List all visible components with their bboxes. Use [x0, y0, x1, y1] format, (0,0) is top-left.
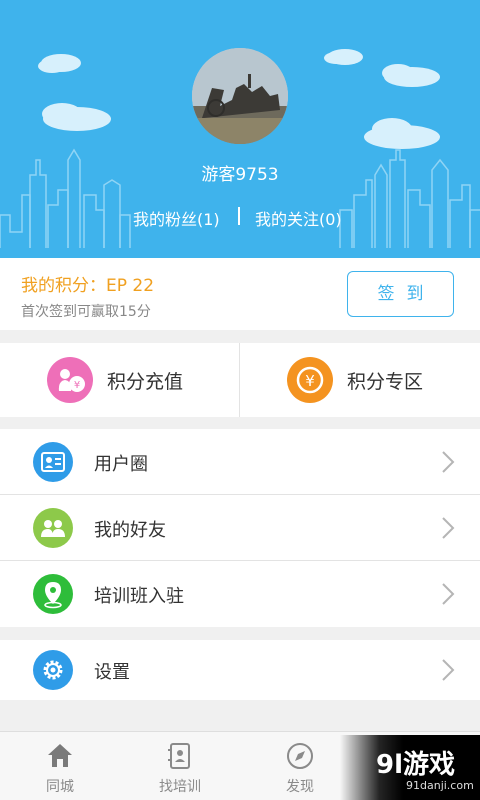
points-card: 我的积分：EP 22 首次签到可赢取15分 签到 [0, 258, 480, 330]
menu-item-label: 我的好友 [94, 520, 166, 541]
friends-icon [33, 508, 73, 548]
divider [238, 207, 240, 225]
profile-header: 游客9753 我的粉丝(1) 我的关注(0) [0, 0, 480, 258]
shortcut-panel: ¥ 积分充值 ¥ 积分专区 [0, 343, 480, 417]
chariot-statue-photo [192, 48, 288, 144]
fans-link[interactable]: 我的粉丝(1) [133, 206, 220, 230]
points-zone-label: 积分专区 [347, 371, 424, 393]
chevron-right-icon [442, 451, 455, 473]
recharge-points-button[interactable]: ¥ 积分充值 [0, 343, 240, 417]
recharge-label: 积分充值 [107, 371, 184, 393]
watermark-logo: 9l游戏 [376, 750, 456, 780]
username: 游客9753 [201, 165, 279, 185]
menu-item-user-circle[interactable]: 用户圈 [0, 429, 480, 495]
menu-item-label: 用户圈 [94, 454, 148, 475]
menu-item-label: 培训班入驻 [94, 586, 184, 607]
menu-item-my-friends[interactable]: 我的好友 [0, 495, 480, 561]
avatar[interactable] [192, 48, 288, 144]
menu-list: 用户圈 我的好友 培训班入驻 [0, 429, 480, 627]
home-icon [48, 744, 72, 767]
id-card-icon [33, 442, 73, 482]
location-pin-icon [33, 574, 73, 614]
points-zone-button[interactable]: ¥ 积分专区 [240, 343, 480, 417]
contacts-book-icon [168, 743, 190, 769]
menu-item-label: 设置 [94, 662, 130, 683]
watermark-url: 91danji.com [406, 779, 474, 792]
gear-icon [33, 650, 73, 690]
menu-item-settings[interactable]: 设置 [0, 637, 480, 703]
money-bag-icon: ¥ [47, 357, 93, 403]
chevron-right-icon [442, 659, 455, 681]
points-title: 我的积分：EP 22 [21, 276, 155, 296]
tab-local[interactable]: 同城 [0, 732, 120, 800]
chevron-right-icon [442, 517, 455, 539]
follows-link[interactable]: 我的关注(0) [255, 206, 342, 230]
svg-text:¥: ¥ [74, 380, 80, 391]
points-hint: 首次签到可赢取15分 [21, 304, 151, 320]
tab-find-training[interactable]: 找培训 [120, 732, 240, 800]
tab-label: 同城 [46, 779, 74, 795]
compass-icon [287, 743, 313, 769]
tab-label: 找培训 [159, 779, 201, 795]
signin-button[interactable]: 签到 [347, 271, 454, 317]
svg-text:¥: ¥ [305, 372, 315, 390]
menu-item-training-join[interactable]: 培训班入驻 [0, 561, 480, 627]
follow-stats: 我的粉丝(1) 我的关注(0) [0, 206, 480, 230]
chevron-right-icon [442, 583, 455, 605]
yen-coin-icon: ¥ [287, 357, 333, 403]
settings-list: 设置 [0, 640, 480, 700]
